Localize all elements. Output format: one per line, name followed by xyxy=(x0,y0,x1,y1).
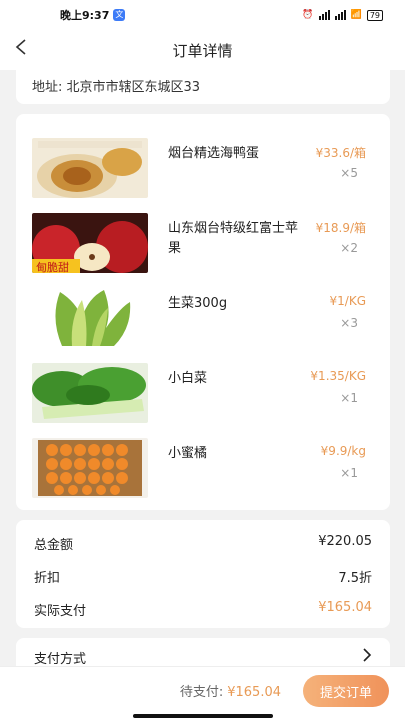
discount-row: 折扣 7.5折 xyxy=(34,567,372,600)
order-summary: 总金额 ¥220.05 折扣 7.5折 实际支付 ¥165.04 xyxy=(16,520,390,628)
paid-label: 实际支付 xyxy=(34,604,87,619)
item-quantity: ×3 xyxy=(340,316,358,330)
item-name: 生菜300g xyxy=(168,296,228,311)
battery-icon: 79 xyxy=(366,9,383,21)
bottom-bar: 待支付: ¥165.04 提交订单 xyxy=(0,666,405,720)
status-bar: 晚上9:37 文 ⏰ 📶 79 xyxy=(0,0,405,30)
notification-badge-icon: 文 xyxy=(113,9,126,21)
due-amount-text: 待支付: ¥165.04 xyxy=(180,681,281,700)
due-label: 待支付: xyxy=(179,685,224,700)
wifi-icon: 📶 xyxy=(350,10,362,20)
signal-icon xyxy=(318,10,330,20)
lettuce-image xyxy=(32,288,148,348)
item-price: ¥9.9/kg xyxy=(320,444,366,458)
page-title: 订单详情 xyxy=(172,41,233,60)
item-quantity: ×2 xyxy=(340,241,358,255)
total-label: 总金额 xyxy=(34,538,74,553)
signal-2-icon xyxy=(334,10,346,20)
tangerine-image xyxy=(32,438,148,498)
item-quantity: ×1 xyxy=(340,466,358,480)
alarm-icon: ⏰ xyxy=(302,10,314,20)
order-items-list: 烟台精选海鸭蛋 ¥33.6/箱 ×5 甸脆甜 山东烟台特级红富士苹果 ¥18.9… xyxy=(16,114,390,510)
duck-egg-image xyxy=(32,138,148,198)
paid-row: 实际支付 ¥165.04 xyxy=(34,600,372,633)
item-price: ¥18.9/箱 xyxy=(315,221,366,235)
list-item[interactable]: 甸脆甜 山东烟台特级红富士苹果 ¥18.9/箱 ×2 xyxy=(32,213,374,288)
item-name: 小蜜橘 xyxy=(168,446,208,461)
status-icons: ⏰ 📶 79 xyxy=(302,9,383,21)
discount-value: 7.5折 xyxy=(338,571,372,586)
total-value: ¥220.05 xyxy=(318,534,372,549)
list-item[interactable]: 生菜300g ¥1/KG ×3 xyxy=(32,288,374,363)
address-value: 北京市市辖区东城区33 xyxy=(66,80,201,95)
back-button[interactable] xyxy=(14,38,36,62)
home-indicator xyxy=(133,714,273,718)
item-price: ¥33.6/箱 xyxy=(315,146,366,160)
address-card[interactable]: 地址: 北京市市辖区东城区33 xyxy=(16,66,390,104)
apple-image: 甸脆甜 xyxy=(32,213,148,273)
address-label: 地址: xyxy=(32,80,63,95)
chevron-right-icon xyxy=(363,648,372,662)
list-item[interactable]: 烟台精选海鸭蛋 ¥33.6/箱 ×5 xyxy=(32,138,374,213)
discount-label: 折扣 xyxy=(34,571,61,586)
status-time: 晚上9:37 xyxy=(60,9,110,22)
nav-bar: 订单详情 xyxy=(0,30,405,70)
submit-order-button[interactable]: 提交订单 xyxy=(303,675,389,707)
bok-choy-image xyxy=(32,363,148,423)
due-value: ¥165.04 xyxy=(227,685,281,700)
item-quantity: ×5 xyxy=(340,166,358,180)
paid-value: ¥165.04 xyxy=(318,600,372,615)
item-name: 山东烟台特级红富士苹果 xyxy=(168,221,299,256)
apple-banner-text: 甸脆甜 xyxy=(36,260,69,273)
list-item[interactable]: 小白菜 ¥1.35/KG ×1 xyxy=(32,363,374,438)
item-price: ¥1.35/KG xyxy=(310,369,366,383)
item-price: ¥1/KG xyxy=(329,294,366,308)
item-name: 烟台精选海鸭蛋 xyxy=(168,146,260,161)
list-item[interactable]: 小蜜橘 ¥9.9/kg ×1 xyxy=(32,438,374,513)
chevron-left-icon xyxy=(15,39,26,55)
item-quantity: ×1 xyxy=(340,391,358,405)
item-name: 小白菜 xyxy=(168,371,208,386)
payment-method-label: 支付方式 xyxy=(34,652,87,667)
total-row: 总金额 ¥220.05 xyxy=(34,534,372,567)
